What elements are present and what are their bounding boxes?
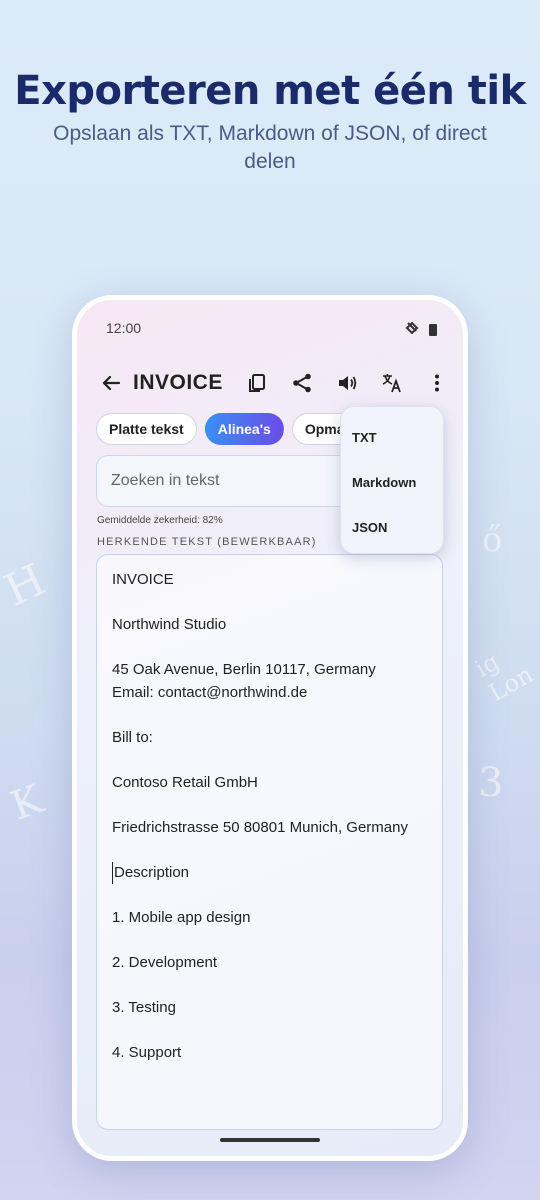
page-title: INVOICE <box>133 371 223 394</box>
menu-item-txt[interactable]: TXT <box>341 415 443 460</box>
promo-headline: Exporteren met één tik <box>14 68 526 114</box>
app-bar: INVOICE <box>99 365 443 401</box>
section-label: HERKENDE TEKST (BEWERKBAAR) <box>97 536 317 548</box>
confidence-label: Gemiddelde zekerheid: 82% <box>97 515 223 526</box>
back-arrow-icon[interactable] <box>99 371 123 395</box>
background-decoration: H <box>0 554 54 617</box>
app-screen: 12:00 INVOICE Platte tekst Alinea's Opma… <box>77 300 463 1156</box>
view-mode-chips: Platte tekst Alinea's Opmaak <box>96 413 374 445</box>
status-icons <box>405 320 437 339</box>
background-decoration: 3 <box>478 760 504 806</box>
menu-item-markdown[interactable]: Markdown <box>341 460 443 505</box>
text-line: Description <box>112 861 427 884</box>
translate-icon[interactable] <box>381 372 403 394</box>
text-line: 1. Mobile app design <box>112 908 251 926</box>
text-line: Bill to: <box>112 728 153 746</box>
share-icon[interactable] <box>291 372 313 394</box>
text-line: 45 Oak Avenue, Berlin 10117, Germany Ema… <box>112 661 376 701</box>
battery-icon <box>429 323 437 336</box>
copy-icon[interactable] <box>246 372 268 394</box>
background-decoration: ő <box>482 520 503 560</box>
text-line: Northwind Studio <box>112 616 227 633</box>
status-time: 12:00 <box>106 320 142 336</box>
phone-frame: 12:00 INVOICE Platte tekst Alinea's Opma… <box>72 295 468 1161</box>
text-line: 4. Support <box>112 1043 182 1061</box>
chip-plain-text[interactable]: Platte tekst <box>96 413 197 445</box>
menu-item-json[interactable]: JSON <box>341 505 443 550</box>
recognized-text-editor[interactable]: INVOICE Northwind Studio 45 Oak Avenue, … <box>96 554 443 1130</box>
text-line: Contoso Retail GmbH <box>112 773 258 791</box>
more-vert-icon[interactable] <box>426 372 448 394</box>
text-line: 2. Development <box>112 953 218 971</box>
text-line: Friedrichstrasse 50 80801 Munich, German… <box>112 818 408 836</box>
text-line: 3. Testing <box>112 998 176 1016</box>
home-indicator[interactable] <box>220 1138 320 1142</box>
background-decoration: K <box>5 776 49 830</box>
signal-icon <box>405 320 419 339</box>
speaker-icon[interactable] <box>336 372 358 394</box>
export-menu: TXT Markdown JSON <box>340 406 444 554</box>
background-decoration: ig Lon <box>470 647 538 708</box>
chip-paragraphs[interactable]: Alinea's <box>204 413 284 445</box>
promo-subline: Opslaan als TXT, Markdown of JSON, of di… <box>53 122 487 173</box>
text-line: INVOICE <box>112 571 174 588</box>
